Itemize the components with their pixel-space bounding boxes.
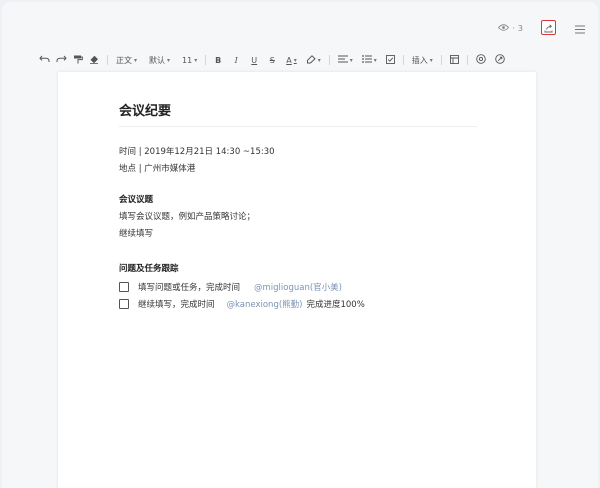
underline-button[interactable]: U: [247, 51, 261, 69]
italic-button[interactable]: I: [229, 51, 243, 69]
undo-icon: [39, 55, 50, 65]
list-button[interactable]: ▾: [359, 51, 380, 69]
task-progress: 完成进度100%: [306, 299, 365, 310]
task-item[interactable]: 填写问题或任务，完成时间 @miglioguan(官小美): [119, 278, 477, 295]
bold-icon: B: [215, 55, 222, 65]
mention-tag[interactable]: @miglioguan(官小美): [254, 281, 342, 293]
toolbar-divider: [402, 55, 404, 65]
chevron-down-icon: ▾: [349, 56, 353, 64]
template-button[interactable]: [447, 51, 462, 69]
meeting-place[interactable]: 地点 | 广州市媒体港: [119, 161, 477, 178]
menu-icon: [575, 19, 585, 38]
share-icon: [544, 18, 553, 37]
task-text: 填写问题或任务，完成时间: [138, 282, 241, 293]
text-color-button[interactable]: A ▾: [283, 51, 300, 69]
checklist-button[interactable]: [383, 51, 398, 69]
font-size-dropdown[interactable]: 11 ▾: [179, 51, 200, 69]
mention-tag[interactable]: @kanexiong(熊勤): [227, 298, 303, 310]
chevron-down-icon: ▾: [167, 56, 171, 64]
underline-icon: U: [251, 55, 258, 65]
align-icon: [337, 55, 348, 65]
chevron-down-icon: ▾: [429, 56, 433, 64]
template-icon: [449, 54, 459, 66]
strikethrough-button[interactable]: S: [265, 51, 279, 69]
mention-button[interactable]: [473, 51, 489, 69]
agenda-line[interactable]: 填写会议议题，例如产品策略讨论；: [119, 209, 477, 226]
top-bar: · 3: [2, 2, 598, 46]
insert-dropdown[interactable]: 插入 ▾: [409, 51, 436, 69]
toolbar-divider: [205, 55, 207, 65]
format-painter-button[interactable]: [70, 51, 86, 69]
document-page[interactable]: 会议纪要 时间 | 2019年12月21日 14:30 ~15:30 地点 | …: [58, 72, 536, 488]
agenda-heading[interactable]: 会议议题: [119, 192, 477, 209]
toolbar-divider: [328, 55, 330, 65]
undo-button[interactable]: [36, 51, 53, 69]
strikethrough-icon: S: [269, 55, 275, 65]
tasks-heading[interactable]: 问题及任务跟踪: [119, 261, 477, 278]
viewer-count: 3: [517, 24, 523, 33]
paragraph-style-dropdown[interactable]: 正文 ▾: [113, 51, 140, 69]
comment-icon: [495, 54, 505, 66]
viewer-indicator[interactable]: · 3: [498, 24, 523, 33]
format-painter-icon: [73, 55, 83, 66]
task-checkbox[interactable]: [119, 298, 129, 309]
editor-window: · 3 正文 ▾ 默认 ▾ 11 ▾ B I U S A ▾ ▾ ▾ ▾ 插入 …: [2, 2, 598, 488]
format-toolbar: 正文 ▾ 默认 ▾ 11 ▾ B I U S A ▾ ▾ ▾ ▾ 插入 ▾: [36, 50, 578, 70]
task-item[interactable]: 继续填写，完成时间 @kanexiong(熊勤) 完成进度100%: [119, 295, 477, 312]
comment-button[interactable]: [492, 51, 508, 69]
align-button[interactable]: ▾: [335, 51, 356, 69]
eye-icon: [498, 24, 510, 33]
meeting-time[interactable]: 时间 | 2019年12月21日 14:30 ~15:30: [119, 144, 477, 161]
chevron-down-icon: ▾: [373, 56, 377, 64]
mention-icon: [476, 54, 486, 66]
insert-label: 插入: [411, 55, 428, 65]
redo-button[interactable]: [53, 51, 70, 69]
agenda-line[interactable]: 继续填写: [119, 226, 477, 243]
chevron-down-icon: ▾: [194, 56, 198, 64]
task-checkbox[interactable]: [119, 281, 129, 292]
chevron-down-icon: ▾: [134, 56, 138, 64]
redo-icon: [56, 55, 67, 65]
toolbar-divider: [466, 55, 468, 65]
chevron-down-icon: ▾: [293, 56, 297, 64]
document-body[interactable]: 会议纪要 时间 | 2019年12月21日 14:30 ~15:30 地点 | …: [119, 100, 477, 312]
document-title[interactable]: 会议纪要: [119, 100, 477, 120]
clear-format-icon: [89, 55, 99, 66]
highlight-icon: [306, 54, 316, 66]
font-family-dropdown[interactable]: 默认 ▾: [146, 51, 173, 69]
list-icon: [361, 55, 372, 65]
toolbar-divider: [440, 55, 442, 65]
task-text: 继续填写，完成时间: [138, 299, 215, 310]
clear-format-button[interactable]: [86, 51, 102, 69]
text-color-icon: A: [286, 55, 292, 65]
toolbar-divider: [107, 55, 108, 65]
menu-button[interactable]: [574, 22, 586, 34]
bold-button[interactable]: B: [211, 51, 225, 69]
share-button[interactable]: [541, 20, 556, 35]
font-family-label: 默认: [149, 55, 166, 65]
highlight-button[interactable]: ▾: [303, 51, 324, 69]
paragraph-style-label: 正文: [116, 55, 132, 65]
checklist-icon: [385, 54, 395, 66]
chevron-down-icon: ▾: [317, 56, 321, 64]
italic-icon: I: [234, 55, 238, 65]
viewer-separator: ·: [512, 24, 515, 33]
font-size-label: 11: [182, 55, 193, 65]
